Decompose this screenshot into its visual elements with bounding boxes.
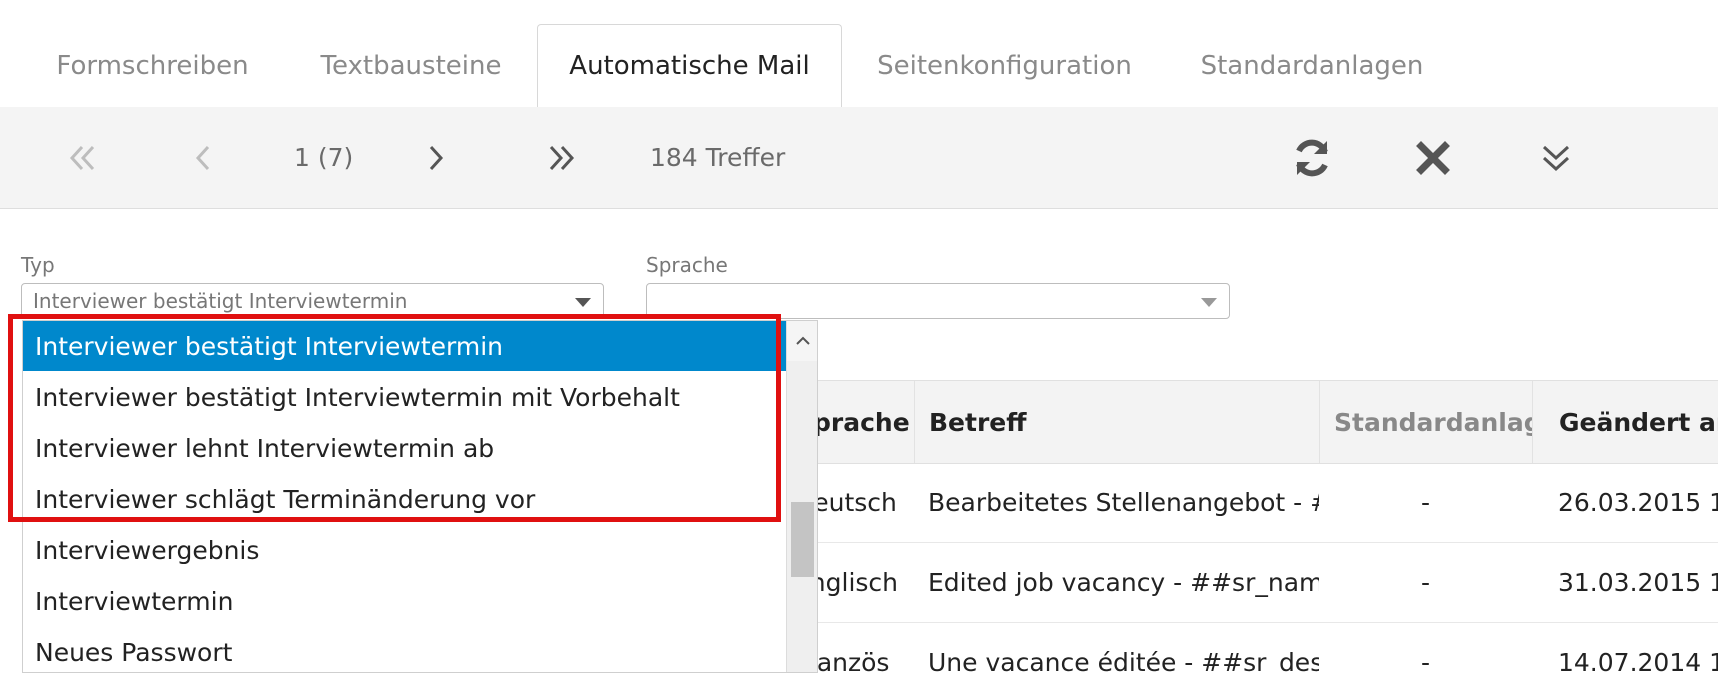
table-row[interactable]: Englisch Edited job vacancy - ##sr_name … bbox=[780, 542, 1718, 623]
hits-count: 184 Treffer bbox=[650, 143, 786, 172]
dropdown-option[interactable]: Interviewergebnis bbox=[23, 525, 786, 575]
dropdown-option[interactable]: Interviewer bestätigt Interviewtermin bbox=[23, 321, 786, 371]
dropdown-option[interactable]: Interviewer schlägt Terminänderung vor bbox=[23, 474, 786, 524]
chevron-down-icon bbox=[1201, 298, 1217, 307]
tab-label: Standardanlagen bbox=[1200, 50, 1424, 81]
scrollbar-thumb[interactable] bbox=[791, 502, 814, 577]
column-header-geaendert-am[interactable]: Geändert am bbox=[1532, 381, 1718, 463]
dropdown-option[interactable]: Neues Passwort bbox=[23, 627, 786, 672]
tab-standardanlagen[interactable]: Standardanlagen bbox=[1167, 24, 1457, 107]
table-row[interactable]: Französ Une vacance éditée - ##sr_desi -… bbox=[780, 622, 1718, 673]
next-page-icon[interactable] bbox=[418, 107, 454, 208]
cell-standardanlage: - bbox=[1420, 647, 1431, 673]
first-page-icon[interactable] bbox=[60, 107, 106, 208]
cell-geaendert-am: 14.07.2014 1 bbox=[1558, 647, 1718, 673]
tab-label: Textbausteine bbox=[320, 50, 502, 81]
cell-standardanlage: - bbox=[1420, 567, 1431, 597]
page-indicator: 1 (7) bbox=[294, 143, 354, 172]
table-row[interactable]: Deutsch Bearbeitetes Stellenangebot - # … bbox=[780, 462, 1718, 543]
prev-page-icon[interactable] bbox=[185, 107, 221, 208]
pagination-toolbar: 1 (7) 184 Treffer bbox=[0, 107, 1718, 209]
column-header-standardanlage[interactable]: Standardanlage bbox=[1319, 381, 1532, 463]
last-page-icon[interactable] bbox=[538, 107, 584, 208]
dropdown-option[interactable]: Interviewer lehnt Interviewtermin ab bbox=[23, 423, 786, 473]
tab-formschreiben[interactable]: Formschreiben bbox=[20, 24, 285, 107]
cell-geaendert-am: 26.03.2015 1 bbox=[1558, 487, 1718, 517]
mail-table: Sprache Betreff Standardanlage Geändert … bbox=[780, 380, 1718, 673]
dropdown-scrollbar[interactable] bbox=[786, 321, 817, 672]
close-icon[interactable] bbox=[1410, 107, 1456, 208]
tab-bar: Formschreiben Textbausteine Automatische… bbox=[0, 0, 1718, 108]
tab-automatische-mail[interactable]: Automatische Mail bbox=[537, 24, 842, 108]
table-header: Sprache Betreff Standardanlage Geändert … bbox=[780, 380, 1718, 464]
cell-standardanlage: - bbox=[1420, 487, 1431, 517]
chevron-down-icon bbox=[575, 298, 591, 307]
tab-label: Automatische Mail bbox=[569, 51, 810, 81]
typ-select[interactable]: Interviewer bestätigt Interviewtermin bbox=[21, 283, 604, 319]
chevron-up-icon[interactable] bbox=[787, 321, 817, 361]
typ-label: Typ bbox=[21, 253, 55, 277]
cell-betreff: Edited job vacancy - ##sr_name bbox=[928, 567, 1319, 597]
cell-geaendert-am: 31.03.2015 1 bbox=[1558, 567, 1718, 597]
tab-textbausteine[interactable]: Textbausteine bbox=[285, 24, 537, 107]
tab-label: Formschreiben bbox=[56, 50, 249, 81]
tab-seitenkonfiguration[interactable]: Seitenkonfiguration bbox=[842, 24, 1167, 107]
sprache-label: Sprache bbox=[646, 253, 728, 277]
tab-label: Seitenkonfiguration bbox=[877, 50, 1132, 81]
dropdown-option[interactable]: Interviewer bestätigt Interviewtermin mi… bbox=[23, 372, 786, 422]
cell-betreff: Bearbeitetes Stellenangebot - # bbox=[928, 487, 1319, 517]
sprache-select[interactable] bbox=[646, 283, 1230, 319]
column-header-betreff[interactable]: Betreff bbox=[914, 381, 1319, 463]
cell-betreff: Une vacance éditée - ##sr_desi bbox=[928, 647, 1319, 673]
typ-select-value: Interviewer bestätigt Interviewtermin bbox=[33, 289, 408, 313]
refresh-icon[interactable] bbox=[1287, 107, 1337, 208]
expand-icon[interactable] bbox=[1535, 107, 1577, 208]
typ-dropdown-list: Interviewer bestätigt Interviewtermin In… bbox=[22, 320, 818, 673]
dropdown-option[interactable]: Interviewtermin bbox=[23, 576, 786, 626]
